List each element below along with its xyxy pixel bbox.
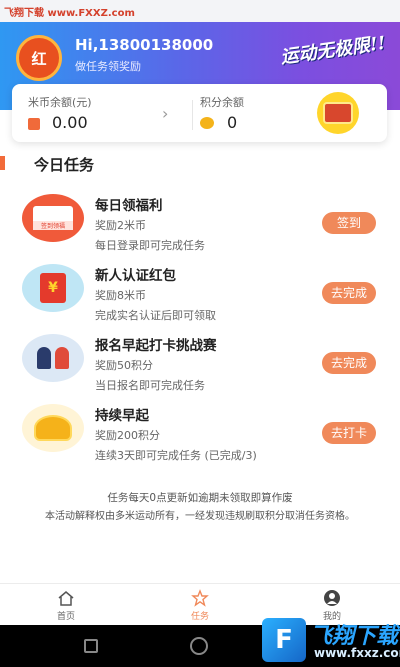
task-desc: 连续3天即可完成任务 (已完成/3): [95, 449, 257, 462]
task-title: 报名早起打卡挑战赛: [95, 338, 217, 354]
home-button-icon[interactable]: [190, 637, 208, 655]
task-reward: 奖励8米币: [95, 289, 146, 302]
task-item: 报名早起打卡挑战赛 奖励50积分 当日报名即可完成任务 去完成: [0, 326, 400, 396]
task-title: 每日领福利: [95, 198, 163, 214]
divider: [192, 100, 193, 130]
footnote-line: 任务每天0点更新如逾期未领取即算作废: [107, 492, 293, 504]
envelope-yuan-symbol: ¥: [40, 273, 66, 303]
user-greeting: Hi,13800138000: [75, 36, 214, 54]
rice-coin-icon: [28, 118, 40, 130]
tab-label: 任务: [190, 612, 209, 622]
task-desc: 完成实名认证后即可领取: [95, 309, 216, 322]
calendar-icon: 签到领福: [22, 194, 84, 242]
rice-balance-value[interactable]: 0.00: [52, 113, 88, 132]
task-reward: 奖励200积分: [95, 429, 160, 442]
avatar-text: 红: [31, 49, 47, 68]
points-coin-icon: [200, 117, 214, 129]
watermark-logo: F 飞翔下载 www.fxxz.com: [262, 614, 400, 666]
task-reward: 奖励50积分: [95, 359, 153, 372]
people-icon: [22, 334, 84, 382]
tab-label: 首页: [56, 612, 75, 622]
task-item: ¥ 新人认证红包 奖励8米币 完成实名认证后即可领取 去完成: [0, 256, 400, 326]
red-envelope-icon: ¥: [22, 264, 84, 312]
section-title: 今日任务: [34, 156, 95, 174]
recent-apps-icon[interactable]: [84, 639, 98, 653]
calendar-icon-label: 签到领福: [33, 221, 73, 230]
user-subtitle: 做任务领奖励: [75, 60, 141, 73]
avatar[interactable]: 红: [16, 35, 62, 81]
chevron-right-icon[interactable]: ›: [162, 104, 168, 123]
status-bar: 飞翔下载 www.FXXZ.com: [0, 0, 400, 22]
points-balance-label: 积分余额: [200, 96, 244, 109]
rice-balance-label: 米币余额(元): [28, 96, 92, 109]
user-icon: [324, 590, 340, 606]
fx-logo-icon: F: [262, 618, 306, 662]
treasure-chest-icon[interactable]: [317, 92, 359, 134]
gold-coins-icon: [22, 404, 84, 452]
checkin-button[interactable]: 签到: [322, 212, 376, 234]
task-item: 签到领福 每日领福利 奖励2米币 每日登录即可完成任务 签到: [0, 186, 400, 256]
points-balance-value[interactable]: 0: [227, 113, 237, 132]
task-item: 持续早起 奖励200积分 连续3天即可完成任务 (已完成/3) 去打卡: [0, 396, 400, 466]
watermark-logo-url: www.fxxz.com: [314, 646, 400, 660]
task-reward: 奖励2米币: [95, 219, 146, 232]
task-title: 持续早起: [95, 408, 149, 424]
complete-button[interactable]: 去完成: [322, 282, 376, 304]
task-desc: 当日报名即可完成任务: [95, 379, 205, 392]
complete-button[interactable]: 去完成: [322, 352, 376, 374]
checkin-button[interactable]: 去打卡: [322, 422, 376, 444]
task-title: 新人认证红包: [95, 268, 176, 284]
slogan-banner: 运动无极限!!: [279, 32, 388, 69]
watermark-text: 飞翔下载 www.FXXZ.com: [4, 8, 135, 19]
tab-home[interactable]: 首页: [26, 584, 106, 626]
section-accent-bar: [0, 156, 5, 170]
task-desc: 每日登录即可完成任务: [95, 239, 205, 252]
home-icon: [58, 591, 74, 606]
tab-tasks[interactable]: 任务: [160, 584, 240, 626]
footnote-line: 本活动解释权由多米运动所有，一经发现违规刷取积分取消任务资格。: [45, 511, 355, 522]
star-icon: [191, 589, 209, 607]
balance-card: 米币余额(元) 0.00 › 积分余额 0: [12, 84, 387, 142]
